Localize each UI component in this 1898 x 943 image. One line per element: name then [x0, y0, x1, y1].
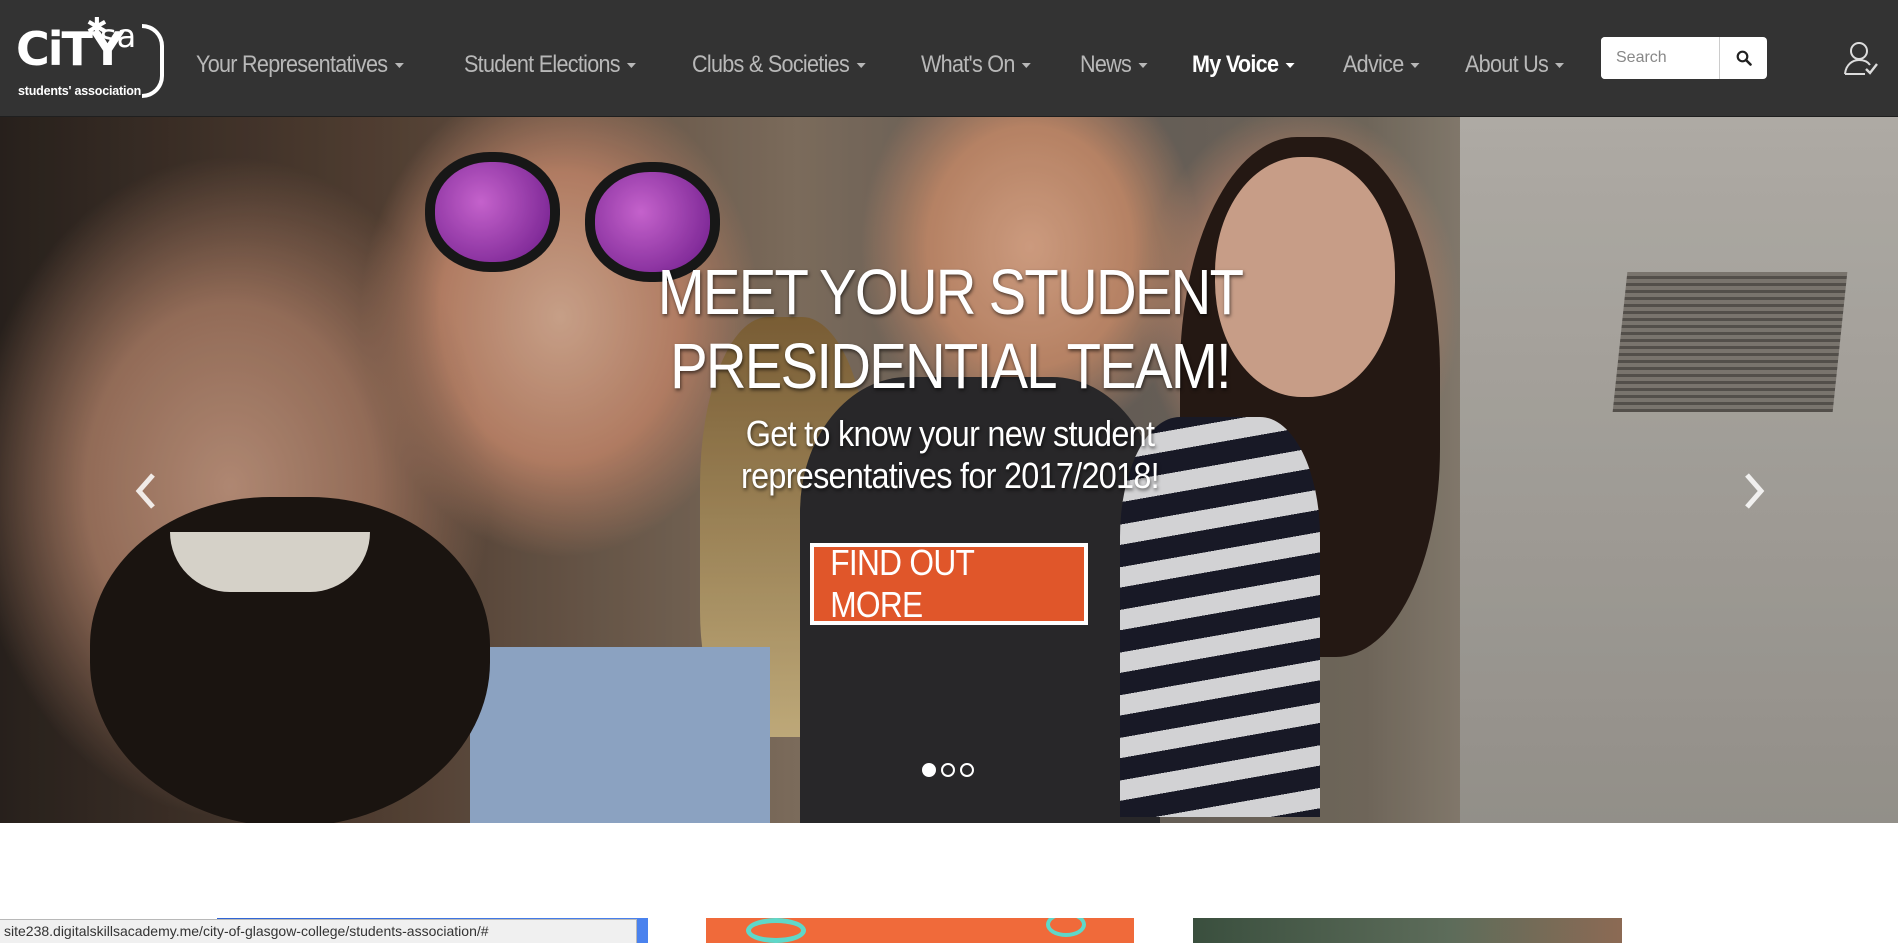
caret-down-icon — [1555, 62, 1565, 68]
nav-item-clubs-societies[interactable]: Clubs & Societies — [691, 48, 866, 82]
nav-item-about-us[interactable]: About Us — [1465, 48, 1565, 82]
search-icon — [1736, 50, 1752, 66]
search-input[interactable] — [1601, 37, 1720, 79]
caret-down-icon — [1022, 62, 1032, 68]
nav-label: About Us — [1465, 51, 1549, 78]
main-nav: Your Representatives Student Elections C… — [196, 48, 1613, 82]
nav-item-whats-on[interactable]: What's On — [921, 48, 1032, 82]
card-decoration — [746, 918, 806, 943]
search-button[interactable] — [1720, 37, 1767, 79]
nav-label: What's On — [921, 51, 1015, 78]
caret-down-icon — [626, 62, 636, 68]
nav-item-your-representatives[interactable]: Your Representatives — [196, 48, 404, 82]
caret-down-icon — [1410, 62, 1420, 68]
nav-label: Your Representatives — [196, 51, 388, 78]
hero-title-line: PRESIDENTIAL TEAM! — [670, 330, 1232, 402]
logo-bracket — [142, 24, 164, 98]
hero-carousel: MEET YOUR STUDENT PRESIDENTIAL TEAM! Get… — [0, 117, 1898, 823]
carousel-indicators — [922, 763, 979, 777]
carousel-next-button[interactable] — [1734, 461, 1774, 521]
hero-title-line: MEET YOUR STUDENT — [657, 256, 1244, 328]
caret-down-icon — [394, 62, 404, 68]
feature-card-image[interactable] — [1193, 918, 1622, 943]
hero-subtitle: Get to know your new student representat… — [635, 413, 1265, 497]
hero-caption: MEET YOUR STUDENT PRESIDENTIAL TEAM! Get… — [600, 255, 1300, 497]
user-check-icon[interactable] — [1843, 40, 1879, 78]
nav-label: My Voice — [1192, 51, 1279, 78]
nav-label: Student Elections — [463, 51, 621, 78]
hero-subtitle-line: representatives for 2017/2018! — [741, 455, 1160, 496]
search-box — [1601, 37, 1767, 79]
cta-label: FIND OUT MORE — [830, 542, 974, 625]
find-out-more-button[interactable]: FIND OUT MORE — [810, 542, 1088, 625]
nav-label: Advice — [1343, 51, 1404, 78]
feature-card-image[interactable] — [706, 918, 1134, 943]
logo-tagline: students' association — [18, 84, 142, 98]
carousel-prev-button[interactable] — [126, 461, 166, 521]
city-sa-logo[interactable]: CiTY ✱ sa students' association — [16, 14, 164, 102]
hero-subtitle-line: Get to know your new student — [745, 413, 1155, 454]
nav-item-news[interactable]: News — [1080, 48, 1148, 82]
nav-label: News — [1080, 51, 1132, 78]
chevron-right-icon — [1745, 473, 1765, 509]
carousel-dot[interactable] — [960, 763, 974, 777]
caret-down-icon — [1138, 62, 1148, 68]
nav-item-advice[interactable]: Advice — [1343, 48, 1420, 82]
logo-sa: sa — [100, 17, 137, 55]
carousel-dot[interactable] — [941, 763, 955, 777]
caret-down-icon — [1285, 62, 1295, 68]
chevron-left-icon — [135, 473, 155, 509]
top-navbar: CiTY ✱ sa students' association Your Rep… — [0, 0, 1898, 117]
hero-title: MEET YOUR STUDENT PRESIDENTIAL TEAM! — [642, 255, 1258, 403]
nav-item-my-voice[interactable]: My Voice — [1192, 48, 1295, 82]
nav-label: Clubs & Societies — [691, 51, 850, 78]
card-decoration — [1046, 918, 1086, 937]
carousel-dot[interactable] — [922, 763, 936, 777]
nav-item-student-elections[interactable]: Student Elections — [464, 48, 636, 82]
browser-status-url: site238.digitalskillsacademy.me/city-of-… — [0, 919, 637, 943]
caret-down-icon — [856, 62, 866, 68]
